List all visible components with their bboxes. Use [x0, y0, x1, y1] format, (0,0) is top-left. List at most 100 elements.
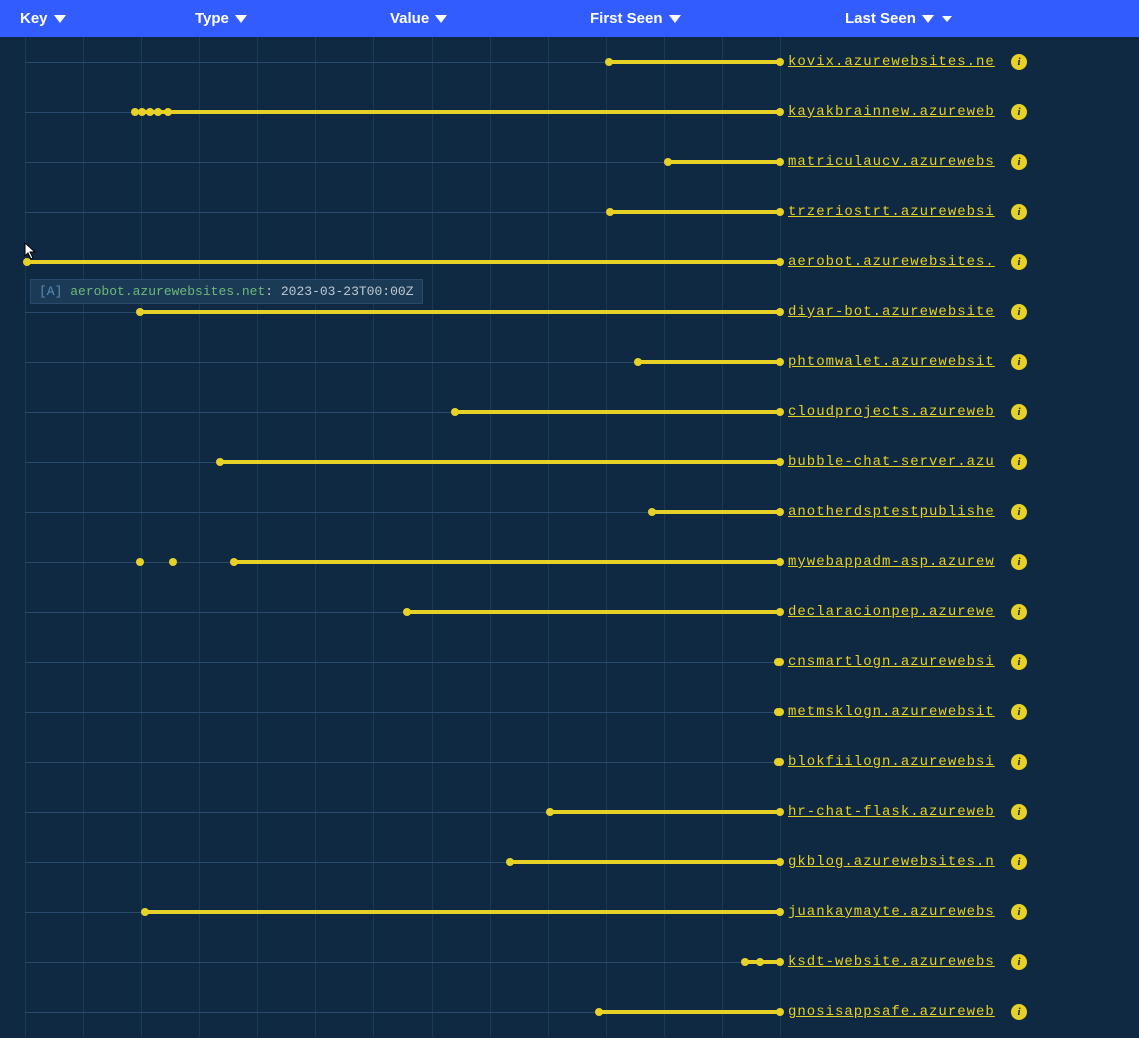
timeline-dot-end[interactable]	[776, 1008, 784, 1016]
header-first-seen[interactable]: First Seen	[590, 10, 845, 27]
domain-link[interactable]: diyar-bot.azurewebsite	[788, 304, 1003, 320]
timeline-segment[interactable]	[27, 260, 780, 264]
domain-link[interactable]: cloudprojects.azureweb	[788, 404, 1003, 420]
timeline-dot-start[interactable]	[648, 508, 656, 516]
timeline-segment[interactable]	[234, 560, 780, 564]
timeline-dot-start[interactable]	[606, 208, 614, 216]
info-icon[interactable]: i	[1011, 654, 1027, 670]
domain-link[interactable]: trzeriostrt.azurewebsi	[788, 204, 1003, 220]
domain-link[interactable]: gnosisappsafe.azureweb	[788, 1004, 1003, 1020]
timeline-dot-end[interactable]	[776, 708, 784, 716]
header-key[interactable]: Key	[20, 10, 195, 27]
domain-link[interactable]: bubble-chat-server.azu	[788, 454, 1003, 470]
header-type[interactable]: Type	[195, 10, 390, 27]
timeline-dot-end[interactable]	[776, 508, 784, 516]
domain-link[interactable]: metmsklogn.azurewebsit	[788, 704, 1003, 720]
timeline-dot-end[interactable]	[776, 358, 784, 366]
timeline-dot-start[interactable]	[136, 308, 144, 316]
domain-link[interactable]: juankaymayte.azurewebs	[788, 904, 1003, 920]
filter-icon[interactable]	[922, 15, 934, 23]
timeline-dot-start[interactable]	[506, 858, 514, 866]
info-icon[interactable]: i	[1011, 54, 1027, 70]
filter-icon[interactable]	[669, 15, 681, 23]
timeline-segment[interactable]	[140, 310, 780, 314]
timeline-dot-start[interactable]	[664, 158, 672, 166]
domain-link[interactable]: blokfiilogn.azurewebsi	[788, 754, 1003, 770]
timeline-dot-end[interactable]	[776, 108, 784, 116]
timeline-dot[interactable]	[146, 108, 154, 116]
timeline-dot-end[interactable]	[776, 958, 784, 966]
timeline-segment[interactable]	[610, 210, 780, 214]
timeline-segment[interactable]	[510, 860, 780, 864]
info-icon[interactable]: i	[1011, 554, 1027, 570]
timeline-track[interactable]	[0, 787, 780, 837]
info-icon[interactable]: i	[1011, 354, 1027, 370]
timeline-dot-end[interactable]	[776, 58, 784, 66]
timeline-track[interactable]	[0, 137, 780, 187]
timeline-track[interactable]: [A] aerobot.azurewebsites.net: 2023-03-2…	[0, 237, 780, 287]
info-icon[interactable]: i	[1011, 954, 1027, 970]
timeline-track[interactable]	[0, 887, 780, 937]
filter-icon[interactable]	[235, 15, 247, 23]
timeline-dot[interactable]	[164, 108, 172, 116]
timeline-track[interactable]	[0, 37, 780, 87]
timeline-segment[interactable]	[220, 460, 780, 464]
info-icon[interactable]: i	[1011, 304, 1027, 320]
domain-link[interactable]: declaracionpep.azurewe	[788, 604, 1003, 620]
timeline-segment[interactable]	[145, 910, 780, 914]
header-last-seen[interactable]: Last Seen	[845, 10, 1095, 27]
domain-link[interactable]: kayakbrainnew.azureweb	[788, 104, 1003, 120]
info-icon[interactable]: i	[1011, 854, 1027, 870]
timeline-dot-end[interactable]	[776, 608, 784, 616]
sort-desc-icon[interactable]	[942, 16, 952, 22]
timeline-track[interactable]	[0, 937, 780, 987]
timeline-dot-end[interactable]	[776, 758, 784, 766]
timeline-segment[interactable]	[652, 510, 780, 514]
timeline-segment[interactable]	[550, 810, 780, 814]
timeline-track[interactable]	[0, 387, 780, 437]
timeline-dot-start[interactable]	[605, 58, 613, 66]
timeline-segment[interactable]	[609, 60, 780, 64]
info-icon[interactable]: i	[1011, 404, 1027, 420]
timeline-dot[interactable]	[154, 108, 162, 116]
domain-link[interactable]: anotherdsptestpublishe	[788, 504, 1003, 520]
domain-link[interactable]: gkblog.azurewebsites.n	[788, 854, 1003, 870]
timeline-track[interactable]	[0, 987, 780, 1037]
timeline-dot-end[interactable]	[776, 408, 784, 416]
timeline-track[interactable]	[0, 537, 780, 587]
timeline-dot-start[interactable]	[23, 258, 31, 266]
domain-link[interactable]: cnsmartlogn.azurewebsi	[788, 654, 1003, 670]
info-icon[interactable]: i	[1011, 154, 1027, 170]
info-icon[interactable]: i	[1011, 504, 1027, 520]
timeline-track[interactable]	[0, 587, 780, 637]
timeline-track[interactable]	[0, 337, 780, 387]
domain-link[interactable]: aerobot.azurewebsites.	[788, 254, 1003, 270]
timeline-dot-start[interactable]	[634, 358, 642, 366]
timeline-dot[interactable]	[138, 108, 146, 116]
timeline-segment[interactable]	[599, 1010, 780, 1014]
domain-link[interactable]: ksdt-website.azurewebs	[788, 954, 1003, 970]
timeline-dot[interactable]	[756, 958, 764, 966]
filter-icon[interactable]	[435, 15, 447, 23]
info-icon[interactable]: i	[1011, 254, 1027, 270]
timeline-dot-end[interactable]	[776, 908, 784, 916]
domain-link[interactable]: mywebappadm-asp.azurew	[788, 554, 1003, 570]
timeline-dot-end[interactable]	[776, 308, 784, 316]
timeline-dot-start[interactable]	[403, 608, 411, 616]
domain-link[interactable]: phtomwalet.azurewebsit	[788, 354, 1003, 370]
info-icon[interactable]: i	[1011, 904, 1027, 920]
domain-link[interactable]: hr-chat-flask.azureweb	[788, 804, 1003, 820]
timeline-segment[interactable]	[135, 110, 780, 114]
timeline-dot-end[interactable]	[776, 558, 784, 566]
timeline-segment[interactable]	[455, 410, 780, 414]
timeline-segment[interactable]	[668, 160, 780, 164]
timeline-dot-start[interactable]	[741, 958, 749, 966]
info-icon[interactable]: i	[1011, 754, 1027, 770]
timeline-dot-end[interactable]	[776, 158, 784, 166]
timeline-dot-end[interactable]	[776, 808, 784, 816]
timeline-dot-start[interactable]	[595, 1008, 603, 1016]
timeline-track[interactable]	[0, 737, 780, 787]
timeline-dot-end[interactable]	[776, 658, 784, 666]
info-icon[interactable]: i	[1011, 1004, 1027, 1020]
timeline-dot-end[interactable]	[776, 208, 784, 216]
